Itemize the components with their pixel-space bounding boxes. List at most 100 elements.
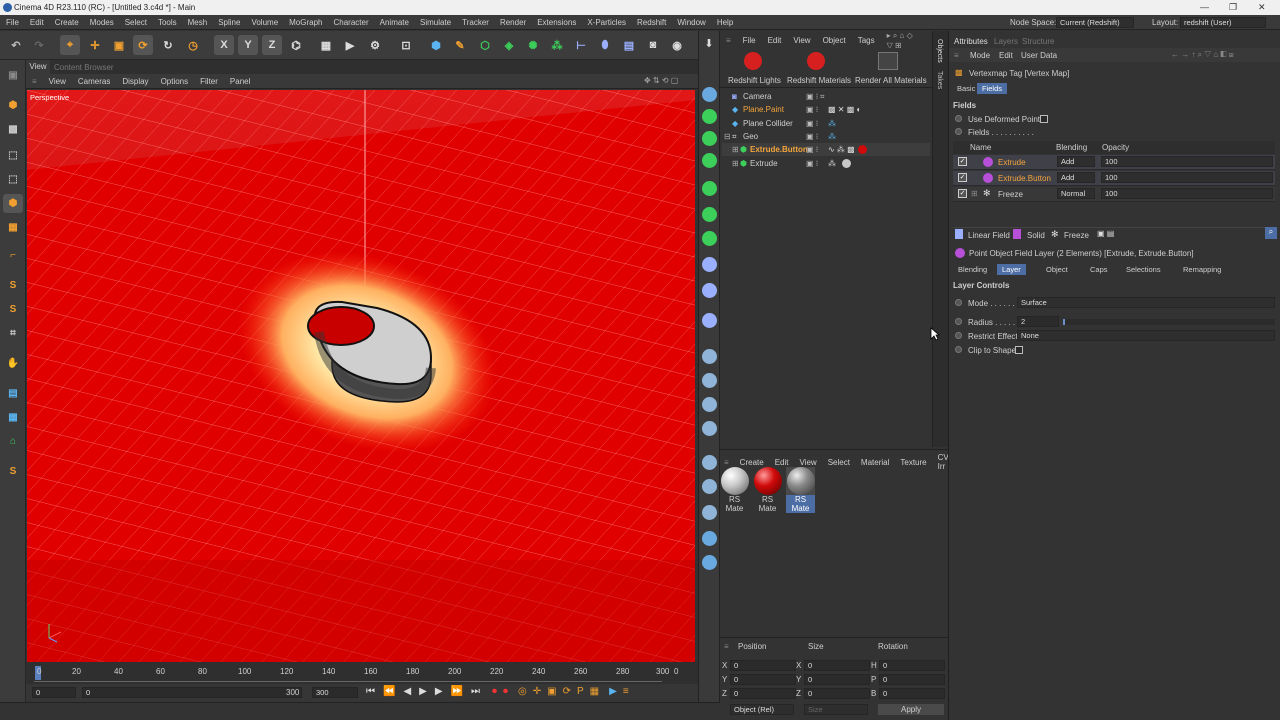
palette-tool-icon[interactable] [702,109,717,124]
visibility-toggle[interactable]: ▣ ⁝ [806,132,818,141]
field-opacity-field[interactable]: 100 [1101,156,1273,167]
recent-tool-icon[interactable]: ◷ [183,35,203,55]
points-mode-icon[interactable]: ⬚ [3,146,23,165]
object-name[interactable]: Plane Collider [743,119,793,128]
menu-simulate[interactable]: Simulate [420,18,451,27]
redshift-lights-button[interactable]: Redshift Lights [728,76,781,85]
grid-settings-icon[interactable]: ▦ [3,408,23,427]
vp-menu-display[interactable]: Display [122,77,148,86]
menu-mograph[interactable]: MoGraph [289,18,322,27]
vp-menu-filter[interactable]: Filter [200,77,218,86]
search-icon[interactable]: ⌕ [1265,227,1277,239]
field-row-extrude[interactable]: ✓ Extrude Add 100 [953,155,1275,170]
viewport-menu-icon[interactable]: ≡ [32,77,37,86]
vp-menu-options[interactable]: Options [161,77,189,86]
mm-menu-view[interactable]: View [799,458,816,467]
radius-slider[interactable] [1063,319,1275,325]
visibility-toggle[interactable]: ▣ ⁝ [806,145,818,154]
layer-tab-blending[interactable]: Blending [953,264,992,275]
field-opacity-field[interactable]: 100 [1101,172,1273,183]
field-icon[interactable]: ⬮ [595,35,615,55]
transform-tool-icon[interactable]: ↻ [158,35,178,55]
axis-x-icon[interactable]: X [214,35,234,55]
mm-menu-texture[interactable]: Texture [900,458,926,467]
go-start-icon[interactable]: ⏮ [366,686,375,697]
rotation-p-field[interactable]: 0 [879,674,945,685]
palette-tool-icon[interactable] [702,207,717,222]
rotation-b-field[interactable]: 0 [879,688,945,699]
expand-icon[interactable]: ⊞ [732,145,739,154]
prev-key-icon[interactable]: ⏪ [383,686,395,697]
light-icon[interactable]: ◉ [667,35,687,55]
palette-tool-icon[interactable] [702,555,717,570]
axis-mode-icon[interactable]: ⌐ [3,246,23,265]
key-pla-icon[interactable]: ▦ [590,686,599,697]
size-mode-select[interactable]: Size [804,704,868,715]
object-row-extrude[interactable]: ⊞ ⬢ Extrude ▣ ⁝ ⁂ [722,156,930,169]
field-enable-checkbox[interactable]: ✓ [958,173,967,182]
field-row-freeze[interactable]: ✓ ⊞ ✻ Freeze Normal 100 [953,187,1275,202]
render-region-icon[interactable]: ▦ [316,35,336,55]
menu-redshift[interactable]: Redshift [637,18,666,27]
palette-tool-icon[interactable] [702,131,717,146]
perspective-viewport[interactable]: Perspective [27,90,695,662]
expand-icon[interactable]: ⊞ [971,189,978,198]
tab-attributes[interactable]: Attributes [954,37,988,46]
expand-icon[interactable]: ⊟ [724,132,731,141]
grid-icon[interactable]: ▤ [3,384,23,403]
visibility-toggle[interactable]: ▣ ⁝ [806,92,818,101]
coord-menu-icon[interactable]: ≡ [724,642,729,651]
model-mode-icon[interactable]: ⬢ [3,96,23,115]
close-icon[interactable]: ✕ [1258,2,1266,13]
field-extra-icons[interactable]: ▣ ▤ [1097,229,1114,238]
am-menu-edit[interactable]: Edit [999,51,1013,60]
render-settings-icon[interactable]: ⚙ [365,35,385,55]
palette-tool-icon[interactable] [702,181,717,196]
mm-menu-icon[interactable]: ≡ [724,458,729,467]
viewport-solo-icon[interactable]: ⊡ [396,35,416,55]
object-row-plane-paint[interactable]: ◆ Plane.Paint ▣ ⁝ ▩ ✕ ▩ ◐ [722,103,930,116]
vp-menu-panel[interactable]: Panel [230,77,250,86]
rotate-tool-icon[interactable]: ⟳ [133,35,153,55]
field-name[interactable]: Extrude [998,158,1026,167]
mode-select[interactable]: Surface [1017,297,1275,308]
field-name[interactable]: Extrude.Button [998,174,1051,183]
object-row-plane-collider[interactable]: ◆ Plane Collider ▣ ⁝ ⁂ [722,117,930,130]
palette-tool-icon[interactable] [702,349,717,364]
object-name[interactable]: Plane.Paint [743,105,784,114]
vp-menu-cameras[interactable]: Cameras [78,77,110,86]
menu-spline[interactable]: Spline [218,18,240,27]
palette-tool-icon[interactable] [702,373,717,388]
render-view-icon[interactable]: ▶ [340,35,360,55]
tab-view[interactable]: View [26,60,50,74]
viewport-nav-icons[interactable]: ✥ ⇅ ⟲ ▢ [644,76,678,85]
redshift-lights-icon[interactable] [744,52,762,70]
layer-tab-layer[interactable]: Layer [997,264,1026,275]
go-end-icon[interactable]: ⏭ [471,686,480,697]
freeze-button[interactable]: Freeze [1064,231,1089,240]
rotation-h-field[interactable]: 0 [879,660,945,671]
field-enable-checkbox[interactable]: ✓ [958,157,967,166]
menu-create[interactable]: Create [55,18,79,27]
current-frame-field[interactable]: 0 [32,687,76,698]
axis-z-icon[interactable]: Z [262,35,282,55]
deformer-icon[interactable]: ⊢ [571,35,591,55]
om-menu-icon[interactable]: ≡ [726,36,731,45]
workplane-icon[interactable]: ⌗ [3,324,23,343]
am-menu-icon[interactable]: ≡ [954,51,959,60]
timeline-menu-icon[interactable]: ≡ [623,686,629,697]
menu-volume[interactable]: Volume [251,18,278,27]
tag-icons[interactable]: ∿ ⁂ ▩ [828,145,855,154]
visibility-toggle[interactable]: ▣ ⁝ [806,119,818,128]
vp-menu-view[interactable]: View [49,77,66,86]
am-menu-mode[interactable]: Mode [970,51,990,60]
tab-structure[interactable]: Structure [1022,37,1054,46]
om-menu-view[interactable]: View [793,36,810,45]
tag-icons[interactable]: ⁂ [828,159,836,168]
menu-file[interactable]: File [6,18,19,27]
floor-icon[interactable]: ▤ [619,35,639,55]
cube-icon[interactable]: ⬢ [426,35,446,55]
geo-tag-icon[interactable]: ⁂ [828,132,836,141]
menu-extensions[interactable]: Extensions [537,18,576,27]
keyframe-dot[interactable] [955,346,962,353]
